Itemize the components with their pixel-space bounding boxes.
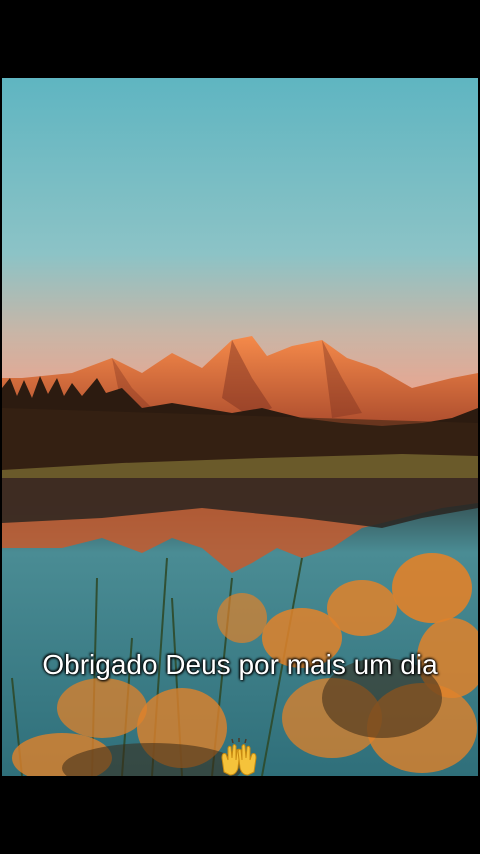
caption-text: Obrigado Deus por mais um dia	[42, 649, 438, 680]
raising-hands-icon	[221, 738, 257, 776]
